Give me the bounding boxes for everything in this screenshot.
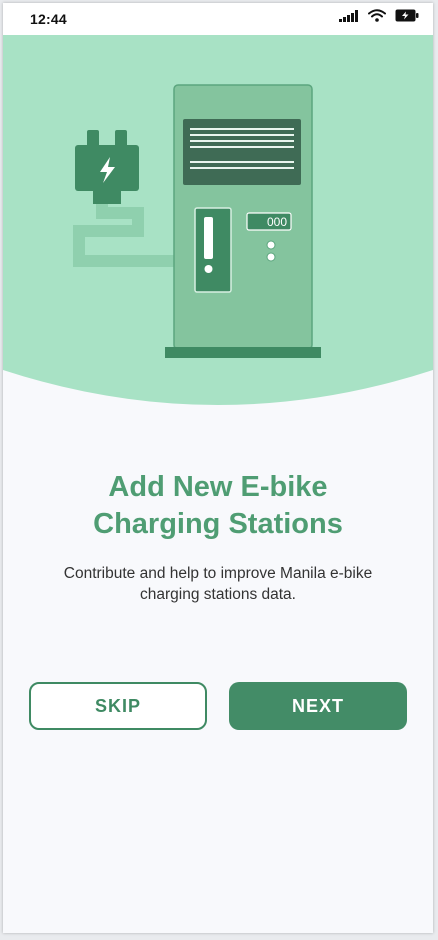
next-button[interactable]: NEXT: [229, 682, 407, 730]
charging-station-icon: 000: [165, 84, 321, 358]
signal-icon: [339, 9, 359, 27]
skip-button[interactable]: SKIP: [29, 682, 207, 730]
onboarding-title: Add New E-bike Charging Stations: [93, 471, 343, 540]
onboarding-screen: 12:44 000 Add New E-bike Charging Statio…: [3, 3, 433, 933]
onboarding-subtitle: Contribute and help to improve Manila e-…: [63, 565, 373, 603]
station-counter: 000: [267, 215, 287, 229]
wifi-icon: [368, 9, 386, 27]
hero-illustration: 000: [3, 35, 433, 415]
status-time: 12:44: [30, 11, 67, 27]
status-icons: [339, 9, 419, 27]
status-bar: 12:44: [3, 3, 433, 35]
display-screen-icon: [183, 119, 301, 185]
battery-charging-icon: [395, 9, 419, 27]
